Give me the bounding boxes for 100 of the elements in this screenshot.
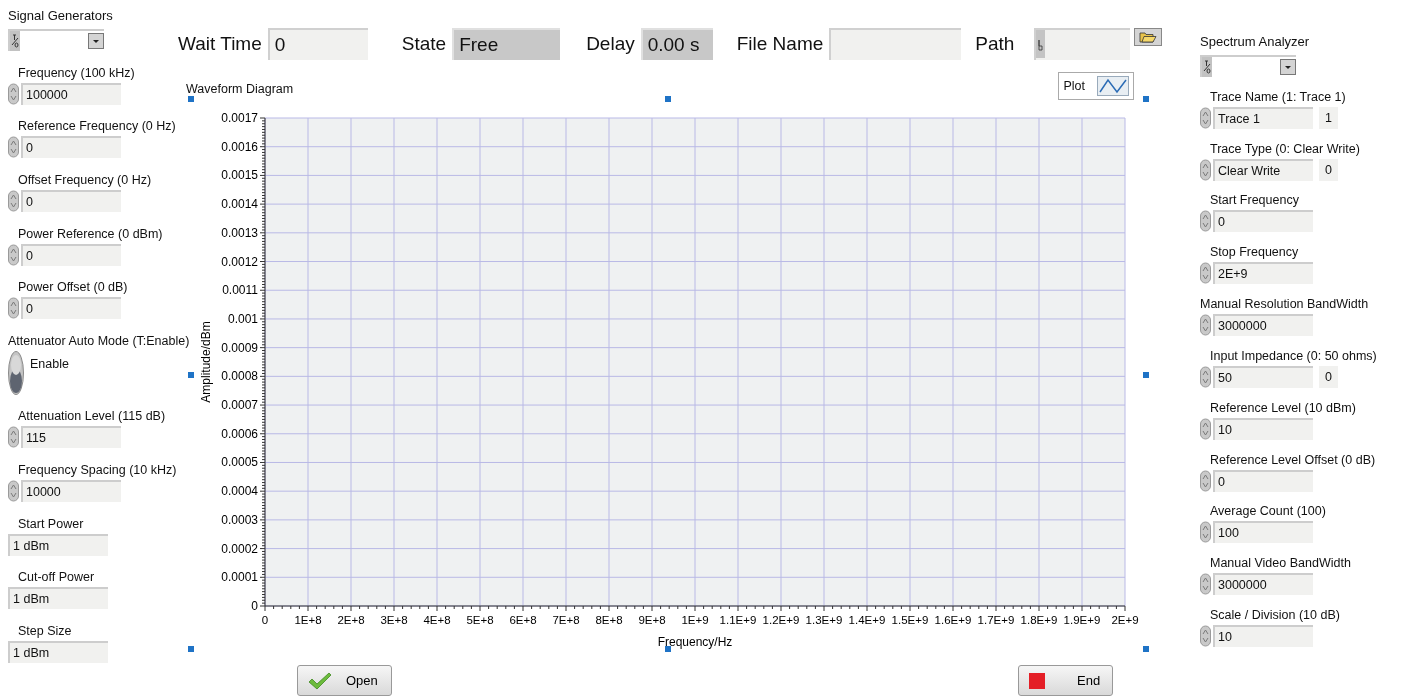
spin-buttons[interactable] (8, 82, 19, 105)
axis-tick-label: 0.0008 (221, 369, 258, 384)
axis-tick-label: 1.5E+9 (891, 614, 929, 626)
spin-buttons[interactable] (8, 426, 19, 449)
chart-title: Waveform Diagram (186, 82, 294, 96)
numeric-field[interactable]: 10 (1213, 417, 1313, 440)
axis-tick-label: 0.0014 (221, 197, 258, 212)
axis-tick-label: 1.2E+9 (762, 614, 800, 626)
value-display: 1 dBm (8, 533, 108, 556)
control-label: Trace Name (1: Trace 1) (1210, 89, 1347, 104)
axis-tick-label: 0.0009 (221, 340, 258, 355)
toggle-label: Enable (30, 356, 69, 371)
numeric-field[interactable]: 0 (1213, 210, 1313, 233)
resource-dropdown[interactable] (1200, 55, 1296, 77)
numeric-field[interactable]: 100 (1213, 521, 1313, 544)
control-label: Start Frequency (1210, 193, 1300, 208)
control-label: Reference Frequency (0 Hz) (18, 119, 177, 134)
numeric-field[interactable]: 3000000 (1213, 573, 1313, 596)
index-display: 0 (1319, 365, 1338, 388)
axis-tick-label: 2E+8 (337, 614, 365, 626)
control-label: Cut-off Power (18, 570, 96, 585)
numeric-field[interactable]: 0 (267, 28, 368, 60)
spin-buttons[interactable] (1200, 417, 1211, 440)
axis-tick-label: 6E+8 (509, 614, 537, 626)
spin-buttons[interactable] (1200, 210, 1211, 233)
numeric-field[interactable]: 0 (21, 189, 121, 212)
axis-tick-label: 1.8E+9 (1020, 614, 1058, 626)
text-field[interactable] (829, 28, 962, 60)
spin-buttons[interactable] (1200, 106, 1211, 129)
path-icon (1036, 30, 1046, 58)
spin-buttons[interactable] (8, 189, 19, 212)
control-label: Reference Level Offset (0 dB) (1210, 452, 1377, 467)
axis-tick-label: 1.3E+9 (805, 614, 843, 626)
spin-buttons[interactable] (8, 136, 19, 159)
browse-button[interactable] (1134, 28, 1163, 46)
spin-buttons[interactable] (1200, 624, 1211, 647)
numeric-field[interactable]: 3000000 (1213, 314, 1313, 337)
line-sample-icon (1097, 76, 1129, 96)
toggle-switch[interactable] (8, 350, 24, 395)
resize-handle[interactable] (1143, 372, 1149, 378)
path-field[interactable] (1034, 28, 1131, 60)
panel-title: Spectrum Analyzer (1200, 34, 1311, 49)
numeric-field[interactable]: 10000 (21, 480, 121, 502)
numeric-field[interactable]: 0 (21, 136, 121, 159)
numeric-field[interactable]: 50 (1213, 365, 1313, 388)
spin-buttons[interactable] (1200, 262, 1211, 285)
field-label: Wait Time (178, 33, 262, 55)
spin-buttons[interactable] (1200, 521, 1211, 544)
spin-buttons[interactable] (1200, 573, 1211, 596)
spin-buttons[interactable] (1200, 365, 1211, 388)
resize-handle[interactable] (188, 372, 194, 378)
spin-buttons[interactable] (1200, 158, 1211, 181)
numeric-field[interactable]: 10 (1213, 624, 1313, 647)
resize-handle[interactable] (1143, 646, 1149, 652)
axis-tick-label: 0.0016 (221, 139, 258, 154)
legend-label: Plot (1063, 79, 1085, 93)
resource-dropdown[interactable] (8, 29, 104, 51)
axis-tick-label: 3E+8 (380, 614, 408, 626)
axis-tick-label: 0 (261, 614, 269, 626)
axis-tick-label: 1.9E+9 (1063, 614, 1101, 626)
numeric-field[interactable]: 100000 (21, 82, 121, 105)
axis-tick-label: 0.0005 (221, 455, 258, 470)
axis-tick-label: 0.0013 (221, 225, 258, 240)
resize-handle[interactable] (188, 646, 194, 652)
control-label: Offset Frequency (0 Hz) (18, 172, 153, 187)
numeric-field[interactable]: Trace 1 (1213, 106, 1313, 129)
resize-handle[interactable] (188, 96, 194, 102)
spin-buttons[interactable] (8, 297, 19, 320)
value-display: 1 dBm (8, 640, 108, 663)
numeric-field[interactable]: 115 (21, 426, 121, 449)
numeric-field[interactable]: 0 (21, 243, 121, 266)
axis-tick-label: 0.0012 (221, 254, 258, 269)
axis-tick-label: 1.6E+9 (934, 614, 972, 626)
control-label: Trace Type (0: Clear Write) (1210, 141, 1361, 156)
value-display: 1 dBm (8, 587, 108, 610)
index-display: 1 (1319, 106, 1338, 129)
spin-buttons[interactable] (8, 480, 19, 502)
end-button[interactable]: End (1018, 665, 1113, 696)
resize-handle[interactable] (665, 96, 671, 102)
numeric-field[interactable]: 2E+9 (1213, 262, 1313, 285)
numeric-field[interactable]: 0 (21, 297, 121, 320)
axis-tick-label: 1E+8 (294, 614, 322, 626)
resize-handle[interactable] (1143, 96, 1149, 102)
axis-tick-label: 0.0004 (221, 484, 258, 499)
spin-buttons[interactable] (1200, 314, 1211, 337)
field-label: Delay (586, 33, 635, 55)
index-display: 0 (1319, 158, 1338, 181)
numeric-field[interactable]: Clear Write (1213, 158, 1313, 181)
spin-buttons[interactable] (8, 243, 19, 266)
axis-tick-label: 1.7E+9 (977, 614, 1015, 626)
numeric-field[interactable]: 0 (1213, 469, 1313, 492)
axis-tick-label: 2E+9 (1111, 614, 1139, 626)
field-label: Path (975, 33, 1015, 55)
plot-legend[interactable]: Plot (1058, 72, 1134, 100)
axis-tick-label: 4E+8 (423, 614, 451, 626)
open-button[interactable]: Open (297, 665, 392, 696)
axis-tick-label: 0.0006 (221, 426, 258, 441)
axis-tick-label: 0.0015 (221, 168, 258, 183)
spin-buttons[interactable] (1200, 469, 1211, 492)
control-label: Start Power (18, 516, 85, 531)
